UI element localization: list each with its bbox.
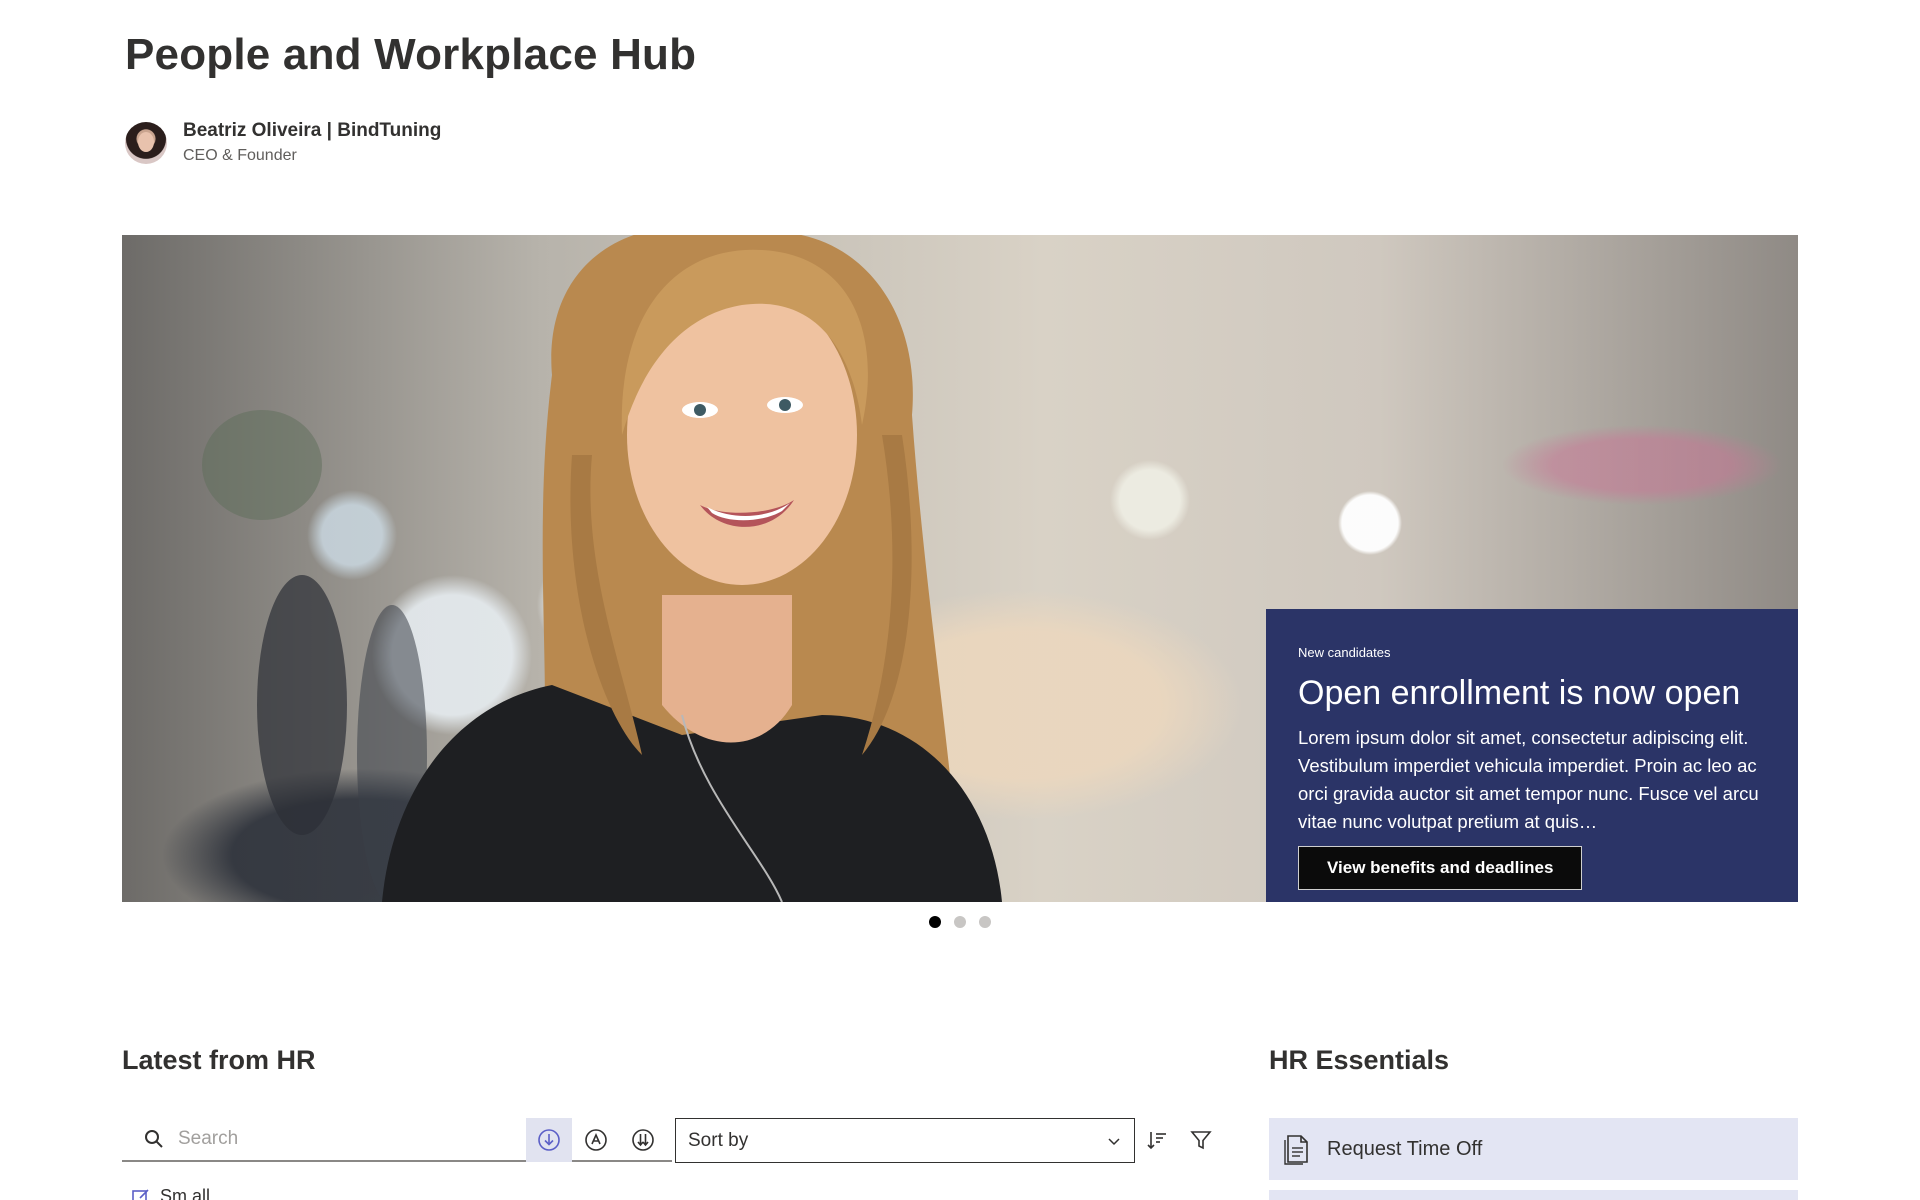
sort-descending-icon xyxy=(1147,1132,1166,1150)
hero-carousel[interactable]: New candidates Open enrollment is now op… xyxy=(122,235,1798,902)
avatar[interactable] xyxy=(125,121,167,164)
sort-by-label: Sort by xyxy=(688,1129,749,1151)
author-byline[interactable]: Beatriz Oliveira | BindTuning CEO & Foun… xyxy=(125,120,441,165)
author-role: CEO & Founder xyxy=(183,147,297,164)
essential-request-time-off[interactable]: Request Time Off xyxy=(1269,1118,1798,1180)
document-icon xyxy=(1284,1135,1308,1165)
latest-section-title: Latest from HR xyxy=(122,1045,316,1075)
page: People and Workplace Hub Beatriz Oliveir… xyxy=(0,0,1920,1200)
author-text: Beatriz Oliveira | BindTuning CEO & Foun… xyxy=(183,120,441,165)
view-benefits-button[interactable]: View benefits and deadlines xyxy=(1298,846,1583,891)
sort-direction-button[interactable] xyxy=(1134,1118,1180,1162)
hero-slide-card: New candidates Open enrollment is now op… xyxy=(1266,609,1798,902)
author-name[interactable]: Beatriz Oliveira | BindTuning xyxy=(183,120,441,142)
download-view-button[interactable] xyxy=(526,1118,572,1162)
letter-a-circle-icon xyxy=(585,1129,607,1151)
essentials-section-title: HR Essentials xyxy=(1269,1045,1450,1075)
filter-button[interactable] xyxy=(1178,1118,1224,1162)
essential-item-next[interactable] xyxy=(1269,1190,1798,1200)
carousel-pagination xyxy=(929,916,991,928)
chevron-down-icon xyxy=(1108,1137,1120,1145)
carousel-dot-3[interactable] xyxy=(979,916,991,928)
open-link-icon xyxy=(132,1188,149,1200)
news-item-label: Sm all xyxy=(160,1186,211,1200)
slide-title: Open enrollment is now open xyxy=(1298,674,1741,712)
news-list-item[interactable]: Sm all xyxy=(132,1186,210,1200)
slide-body: Lorem ipsum dolor sit amet, consectetur … xyxy=(1298,727,1759,833)
search-icon xyxy=(145,1130,163,1148)
page-title: People and Workplace Hub xyxy=(125,30,697,79)
carousel-dot-1[interactable] xyxy=(929,916,941,928)
essential-item-label: Request Time Off xyxy=(1327,1137,1483,1160)
news-toolbar: Sort by xyxy=(122,1118,1222,1164)
arrow-down-circle-icon xyxy=(538,1129,560,1151)
sort-by-dropdown[interactable]: Sort by xyxy=(675,1118,1135,1163)
filter-arrows-button[interactable] xyxy=(620,1118,666,1162)
filter-a-button[interactable] xyxy=(573,1118,619,1162)
double-arrow-circle-icon xyxy=(632,1129,654,1151)
filter-icon xyxy=(1190,1131,1212,1150)
carousel-dot-2[interactable] xyxy=(954,916,966,928)
search-input[interactable] xyxy=(178,1128,518,1150)
slide-tag: New candidates xyxy=(1298,645,1391,660)
